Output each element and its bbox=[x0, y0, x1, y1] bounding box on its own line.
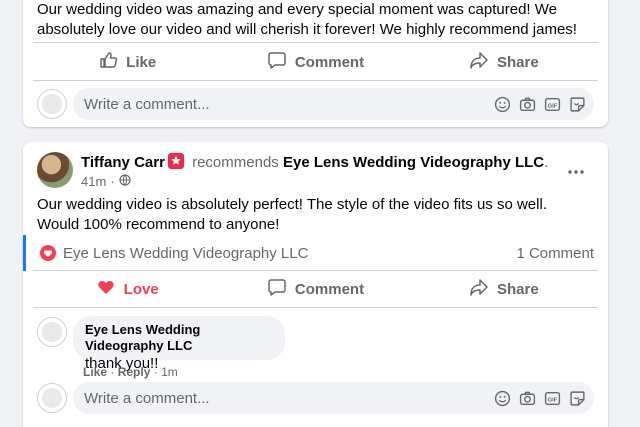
write-comment-row: Write a comment... GIF bbox=[37, 381, 594, 415]
avatar[interactable] bbox=[37, 152, 73, 188]
comment-reply-link[interactable]: Reply bbox=[118, 365, 151, 379]
share-icon bbox=[469, 277, 489, 301]
page-name[interactable]: Eye Lens Wedding Videography LLC bbox=[283, 154, 544, 171]
more-icon[interactable] bbox=[564, 160, 588, 184]
heart-icon bbox=[96, 277, 116, 301]
comment-icon bbox=[267, 50, 287, 74]
write-comment-row: Write a comment... GIF bbox=[37, 87, 594, 121]
comment-placeholder: Write a comment... bbox=[84, 389, 210, 407]
post-actions: Love Comment Share bbox=[33, 271, 598, 307]
comment-like-link[interactable]: Like bbox=[83, 365, 107, 379]
thumbs-up-icon bbox=[98, 50, 118, 74]
emoji-icon[interactable] bbox=[494, 390, 511, 407]
camera-icon[interactable] bbox=[519, 96, 536, 113]
post-header: Tiffany Carr recommends Eye Lens Wedding… bbox=[37, 152, 594, 192]
like-button[interactable]: Like bbox=[33, 44, 221, 80]
comment-input[interactable]: Write a comment... GIF bbox=[73, 88, 594, 120]
love-label: Love bbox=[123, 280, 159, 298]
author-name[interactable]: Tiffany Carr bbox=[81, 154, 165, 171]
emoji-icon[interactable] bbox=[494, 96, 511, 113]
separator: · bbox=[153, 365, 158, 379]
recommendation-row: Eye Lens Wedding Videography LLC 1 Comme… bbox=[23, 235, 594, 271]
divider bbox=[33, 307, 598, 308]
svg-text:GIF: GIF bbox=[548, 397, 558, 403]
period: . bbox=[544, 154, 549, 171]
comment-button[interactable]: Comment bbox=[221, 271, 409, 307]
gif-icon[interactable]: GIF bbox=[544, 96, 561, 113]
post-card-2: Tiffany Carr recommends Eye Lens Wedding… bbox=[23, 142, 608, 427]
post-time[interactable]: 41m bbox=[81, 174, 106, 189]
avatar bbox=[37, 89, 67, 119]
camera-icon[interactable] bbox=[519, 390, 536, 407]
post-text: Our wedding video was amazing and every … bbox=[37, 1, 577, 38]
comment-label: Comment bbox=[294, 53, 365, 71]
divider bbox=[33, 42, 598, 43]
like-label: Like bbox=[126, 53, 157, 71]
recommendation-page[interactable]: Eye Lens Wedding Videography LLC bbox=[63, 245, 308, 262]
comment-bubble: Eye Lens Wedding Videography LLC thank y… bbox=[73, 316, 285, 372]
share-button[interactable]: Share bbox=[410, 271, 598, 307]
separator: · bbox=[110, 365, 115, 379]
comment-author[interactable]: Eye Lens Wedding Videography LLC bbox=[85, 322, 273, 354]
post-card-1: Our wedding video was amazing and every … bbox=[23, 0, 608, 127]
post-meta: 41m · bbox=[81, 174, 131, 189]
avatar bbox=[37, 383, 67, 413]
share-label: Share bbox=[496, 53, 539, 71]
star-badge-icon bbox=[167, 153, 184, 169]
love-button[interactable]: Love bbox=[33, 271, 221, 307]
avatar[interactable] bbox=[37, 317, 67, 347]
svg-text:GIF: GIF bbox=[548, 103, 558, 109]
divider bbox=[33, 80, 598, 81]
comment-meta: Like · Reply · 1m bbox=[83, 365, 178, 379]
gif-icon[interactable]: GIF bbox=[544, 390, 561, 407]
comment-time[interactable]: 1m bbox=[161, 365, 178, 379]
share-button[interactable]: Share bbox=[410, 44, 598, 80]
sticker-icon[interactable] bbox=[569, 390, 586, 407]
post-actions: Like Comment Share bbox=[33, 44, 598, 80]
share-label: Share bbox=[496, 280, 539, 298]
share-icon bbox=[469, 50, 489, 74]
comment-button[interactable]: Comment bbox=[221, 44, 409, 80]
comment-placeholder: Write a comment... bbox=[84, 95, 210, 113]
globe-icon bbox=[119, 174, 131, 189]
sticker-icon[interactable] bbox=[569, 96, 586, 113]
comment-input[interactable]: Write a comment... GIF bbox=[73, 382, 594, 414]
post-header-line: Tiffany Carr recommends Eye Lens Wedding… bbox=[81, 153, 548, 171]
comment-icon bbox=[267, 277, 287, 301]
recommends-text: recommends bbox=[192, 154, 279, 171]
heart-icon bbox=[40, 245, 56, 261]
comment-count[interactable]: 1 Comment bbox=[516, 245, 594, 262]
post-text: Our wedding video is absolutely perfect!… bbox=[37, 196, 547, 233]
recommendation-accent-bar bbox=[23, 235, 26, 271]
comment-label: Comment bbox=[294, 280, 365, 298]
